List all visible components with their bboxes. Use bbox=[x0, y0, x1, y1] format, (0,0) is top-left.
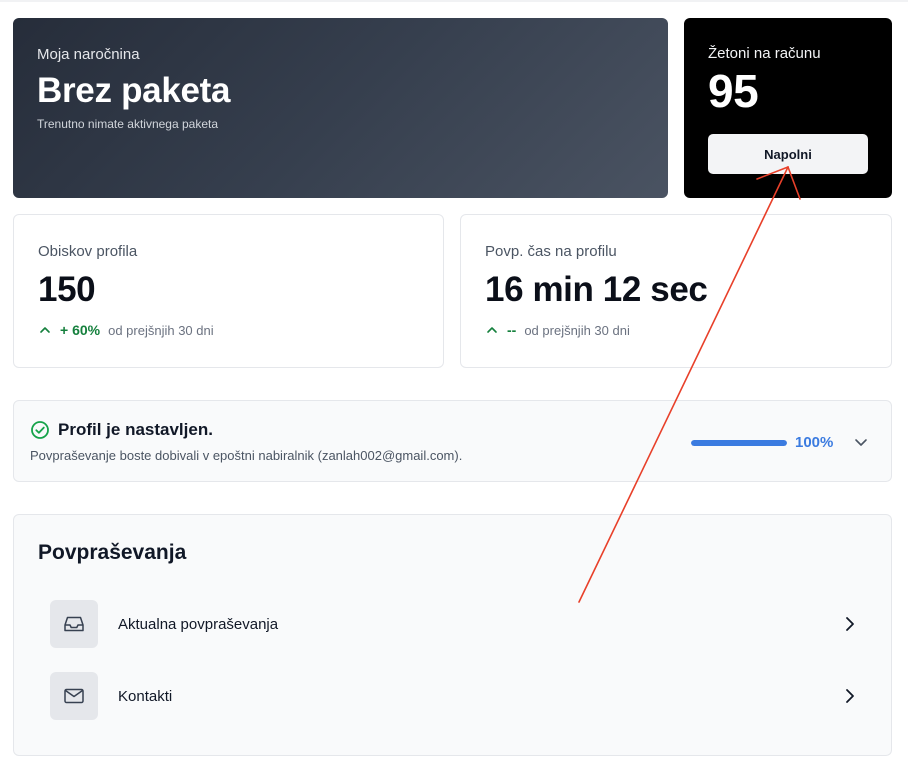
stat-label: Obiskov profila bbox=[38, 243, 138, 260]
tokens-value: 95 bbox=[708, 65, 759, 117]
subscription-description: Trenutno nimate aktivnega paketa bbox=[37, 117, 219, 131]
subscription-label: Moja naročnina bbox=[37, 46, 140, 63]
subscription-title: Brez paketa bbox=[37, 71, 231, 110]
progress-text: 100% bbox=[795, 434, 834, 451]
inquiries-title: Povpraševanja bbox=[38, 541, 187, 564]
mail-icon bbox=[64, 688, 84, 704]
stat-change: -- bbox=[507, 322, 517, 338]
chevron-right-icon bbox=[846, 617, 854, 631]
profile-setup-card: Profil je nastavljen. Povpraševanje bost… bbox=[13, 400, 892, 482]
chevron-right-icon bbox=[846, 689, 854, 703]
chevron-up-icon bbox=[487, 327, 497, 333]
profile-visits-card: Obiskov profila 150 + 60% od prejšnjih 3… bbox=[13, 214, 444, 368]
stat-change: + 60% bbox=[60, 322, 101, 338]
stat-trend: + 60% od prejšnjih 30 dni bbox=[38, 322, 419, 338]
check-circle-icon bbox=[31, 421, 49, 439]
profile-progress: 100% bbox=[691, 434, 833, 451]
inbox-icon bbox=[64, 616, 84, 632]
inquiry-icon-box bbox=[50, 600, 98, 648]
inquiry-item-label: Kontakti bbox=[118, 687, 173, 705]
subscription-card: Moja naročnina Brez paketa Trenutno nima… bbox=[13, 18, 668, 198]
stat-value: 16 min 12 sec bbox=[485, 270, 708, 309]
tokens-card: Žetoni na računu 95 Napolni bbox=[684, 18, 892, 198]
tokens-label: Žetoni na računu bbox=[708, 45, 821, 62]
stat-period: od prejšnjih 30 dni bbox=[108, 322, 214, 338]
chevron-up-icon bbox=[40, 327, 50, 333]
stat-label: Povp. čas na profilu bbox=[485, 243, 617, 260]
top-up-button[interactable]: Napolni bbox=[708, 134, 868, 174]
profile-setup-title: Profil je nastavljen. bbox=[58, 420, 213, 439]
progress-bar bbox=[691, 439, 787, 446]
avg-time-card: Povp. čas na profilu 16 min 12 sec -- od… bbox=[460, 214, 892, 368]
stat-period: od prejšnjih 30 dni bbox=[524, 322, 630, 338]
chevron-down-icon[interactable] bbox=[852, 433, 870, 451]
inquiry-item-current[interactable]: Aktualna povpraševanja bbox=[50, 599, 858, 649]
inquiry-item-contacts[interactable]: Kontakti bbox=[50, 671, 858, 721]
inquiry-icon-box bbox=[50, 672, 98, 720]
progress-fill bbox=[691, 439, 787, 446]
inquiry-item-label: Aktualna povpraševanja bbox=[118, 615, 279, 633]
stat-trend: -- od prejšnjih 30 dni bbox=[485, 322, 867, 338]
stat-value: 150 bbox=[38, 270, 96, 309]
top-divider bbox=[0, 0, 908, 2]
inquiries-card: Povpraševanja Aktualna povpraševanja Kon… bbox=[13, 514, 892, 756]
